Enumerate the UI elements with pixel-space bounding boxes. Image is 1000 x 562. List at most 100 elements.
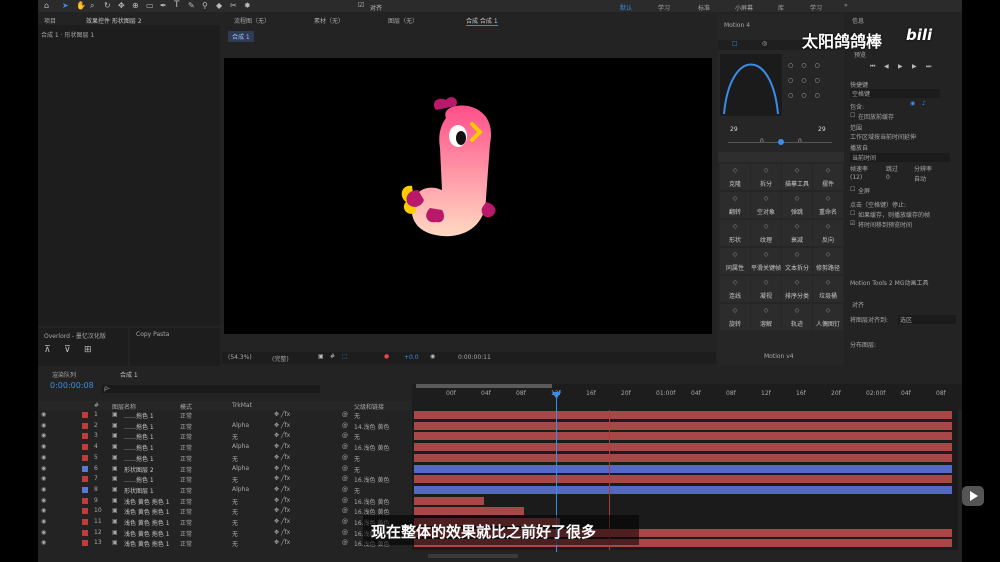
layer-switch-icon[interactable]: ✥ ╱fx <box>274 422 290 429</box>
layer-trkmat[interactable]: 无 <box>232 454 238 463</box>
layer-row[interactable]: ◉12▣浅色 黄色 拖色 1正常无✥ ╱fx@16.浅色 黄色 <box>38 528 410 538</box>
layer-row[interactable]: ◉ 3 ▣ ……拖色 1 正常 无 ✥ ╱fx @ 无 <box>38 431 410 441</box>
parent-pickwhip-icon[interactable]: @ <box>342 518 348 525</box>
overlord-push-icon[interactable]: ⊼ <box>44 346 51 355</box>
layer-switch-icon[interactable]: ✥ ╱fx <box>274 539 290 546</box>
layer-switch-icon[interactable]: ✥ ╱fx <box>274 507 290 514</box>
layer-row[interactable]: ◉ 10 ▣ 浅色 黄色 拖色 1 正常无 ✥ ╱fx @16.浅色 黄色 <box>38 506 410 516</box>
work-area-bar[interactable] <box>416 384 552 388</box>
align-to-dropdown[interactable]: 选区 <box>898 315 956 324</box>
layer-mode[interactable]: 正常 <box>180 518 192 527</box>
layer-label-color[interactable] <box>82 433 88 440</box>
include-audio-icon[interactable]: ♪ <box>922 101 926 107</box>
layer-parent[interactable]: 无 <box>354 454 360 463</box>
layer-switch-icon[interactable]: ✥ ╱fx <box>274 518 290 525</box>
zoom-tool-icon[interactable]: ⌕ <box>90 2 94 10</box>
motion-button[interactable]: ◇ 摆件 <box>813 164 843 190</box>
parent-pickwhip-icon[interactable]: @ <box>342 432 348 439</box>
orbit-tool-icon[interactable]: ✥ <box>118 2 125 10</box>
visibility-eye-icon[interactable]: ◉ <box>41 497 46 504</box>
parent-pickwhip-icon[interactable]: @ <box>342 465 348 472</box>
layer-trkmat[interactable]: 无 <box>232 432 238 441</box>
visibility-eye-icon[interactable]: ◉ <box>41 443 46 450</box>
layer-mode[interactable]: 正常 <box>180 454 192 463</box>
layer-name[interactable]: ……拖色 1 <box>124 432 154 441</box>
overlord-pull-icon[interactable]: ⊽ <box>64 346 71 355</box>
timeline-timecode[interactable]: 0:00:00:08 <box>50 381 94 390</box>
layer-switch-icon[interactable]: ✥ ╱fx <box>274 486 290 493</box>
layer-name[interactable]: 浅色 黄色 拖色 1 <box>124 539 170 548</box>
hand-tool-icon[interactable]: ✋ <box>76 2 86 10</box>
layer-mode[interactable]: 正常 <box>180 422 192 431</box>
layer-name[interactable]: 浅色 黄色 拖色 1 <box>124 507 170 516</box>
layer-switch-icon[interactable]: ✥ ╱fx <box>274 529 290 536</box>
layer-track-bar[interactable] <box>414 443 952 452</box>
workspace-learn-1[interactable]: 学习 <box>658 3 670 12</box>
parent-pickwhip-icon[interactable]: @ <box>342 497 348 504</box>
layer-trkmat[interactable]: 无 <box>232 475 238 484</box>
layer-trkmat[interactable]: Alpha <box>232 422 249 429</box>
motion-button[interactable]: ◇ 排序分类 <box>782 276 812 302</box>
motion-button[interactable]: ◇ 克隆 <box>720 164 750 190</box>
workspace-small-screen[interactable]: 小屏幕 <box>735 3 753 12</box>
layer-row[interactable]: ◉ 8 ▣ 形状图层 1 正常 Alpha ✥ ╱fx @ 无 <box>38 485 410 495</box>
workspace-more[interactable]: » <box>844 2 848 9</box>
layer-track-bar[interactable] <box>414 475 952 484</box>
visibility-eye-icon[interactable]: ◉ <box>41 411 46 418</box>
motion-tools-label[interactable]: Motion Tools 2 MG动画工具 <box>850 278 929 287</box>
workspace-standard[interactable]: 标准 <box>698 3 710 12</box>
quality-dropdown[interactable]: (完整) <box>272 354 289 363</box>
layer-label-color[interactable] <box>82 540 88 547</box>
layer-mode[interactable]: 正常 <box>180 529 192 538</box>
parent-pickwhip-icon[interactable]: @ <box>342 454 348 461</box>
layer-parent[interactable]: 无 <box>354 465 360 474</box>
search-input[interactable] <box>102 385 320 393</box>
motion-button[interactable]: ◇ 纹理 <box>751 220 781 246</box>
layer-name[interactable]: 浅色 黄色 拖色 1 <box>124 497 170 506</box>
motion-button[interactable]: ◇ 人偶图钉 <box>813 304 843 330</box>
stamp-tool-icon[interactable]: ⚲ <box>202 2 208 10</box>
grid-icon[interactable]: # <box>330 354 335 360</box>
layer-label-color[interactable] <box>82 519 88 525</box>
anchor-grid[interactable]: ○○○ ○○○ ○○○ <box>788 58 842 116</box>
rectangle-tool-icon[interactable]: ▭ <box>146 2 154 10</box>
brush-tool-icon[interactable]: ✎ <box>188 2 195 10</box>
prev-frame-icon[interactable]: ◀ <box>884 64 889 70</box>
layer-mode[interactable]: 正常 <box>180 432 192 441</box>
layer-trkmat[interactable]: 无 <box>232 529 238 538</box>
layer-switch-icon[interactable]: ✥ ╱fx <box>274 475 290 482</box>
layer-name[interactable]: 浅色 黄色 拖色 1 <box>124 529 170 538</box>
pan-behind-tool-icon[interactable]: ⊕ <box>132 2 139 10</box>
project-tab[interactable]: 项目 <box>44 16 56 25</box>
workspace-learn-2[interactable]: 学习 <box>810 3 822 12</box>
channel-icon[interactable]: ● <box>384 354 389 360</box>
motion-button[interactable]: ◇ 重命名 <box>813 192 843 218</box>
pen-tool-icon[interactable]: ✒ <box>160 2 167 10</box>
motion-button[interactable]: ◇ 垃圾桶 <box>813 276 843 302</box>
motion-button[interactable]: ◇ 溶解 <box>751 304 781 330</box>
layer-label-color[interactable] <box>82 465 88 472</box>
motion-tab-tools-icon[interactable]: ◎ <box>762 41 767 47</box>
layer-mode[interactable]: 正常 <box>180 486 192 495</box>
layer-label-color[interactable] <box>82 476 88 483</box>
text-tool-icon[interactable]: T <box>174 1 180 10</box>
layer-row[interactable]: ◉ 7 ▣ ……拖色 1 正常 无 ✥ ╱fx @16.浅色 黄色 <box>38 474 410 484</box>
player-play-icon[interactable] <box>970 491 978 501</box>
layer-parent[interactable]: 16.浅色 黄色 <box>354 475 389 484</box>
layer-label-color[interactable] <box>82 508 88 515</box>
parent-pickwhip-icon[interactable]: @ <box>342 486 348 493</box>
layer-parent[interactable]: 14.浅色 黄色 <box>354 422 389 431</box>
layer-track-bar[interactable] <box>414 485 952 494</box>
puppet-tool-icon[interactable]: ✸ <box>244 2 251 10</box>
layer-name[interactable]: 形状图层 2 <box>124 465 154 474</box>
layer-switch-icon[interactable]: ✥ ╱fx <box>274 443 290 450</box>
next-frame-icon[interactable]: ▶ <box>912 64 917 70</box>
comp-timeline-tab[interactable]: 合成 1 <box>120 370 138 379</box>
layer-name[interactable]: 形状图层 1 <box>124 486 154 495</box>
motion-button[interactable]: ◇ 空对象 <box>751 192 781 218</box>
layer-trkmat[interactable]: 无 <box>232 539 238 548</box>
viewer-tab-footage[interactable]: 素材（无） <box>314 16 344 25</box>
layer-row[interactable]: ◉13▣浅色 黄色 拖色 1正常无✥ ╱fx@16.浅色 黄色 <box>38 538 410 548</box>
include-video-icon[interactable]: ◉ <box>910 101 915 107</box>
exposure-value[interactable]: +0.0 <box>404 354 419 361</box>
